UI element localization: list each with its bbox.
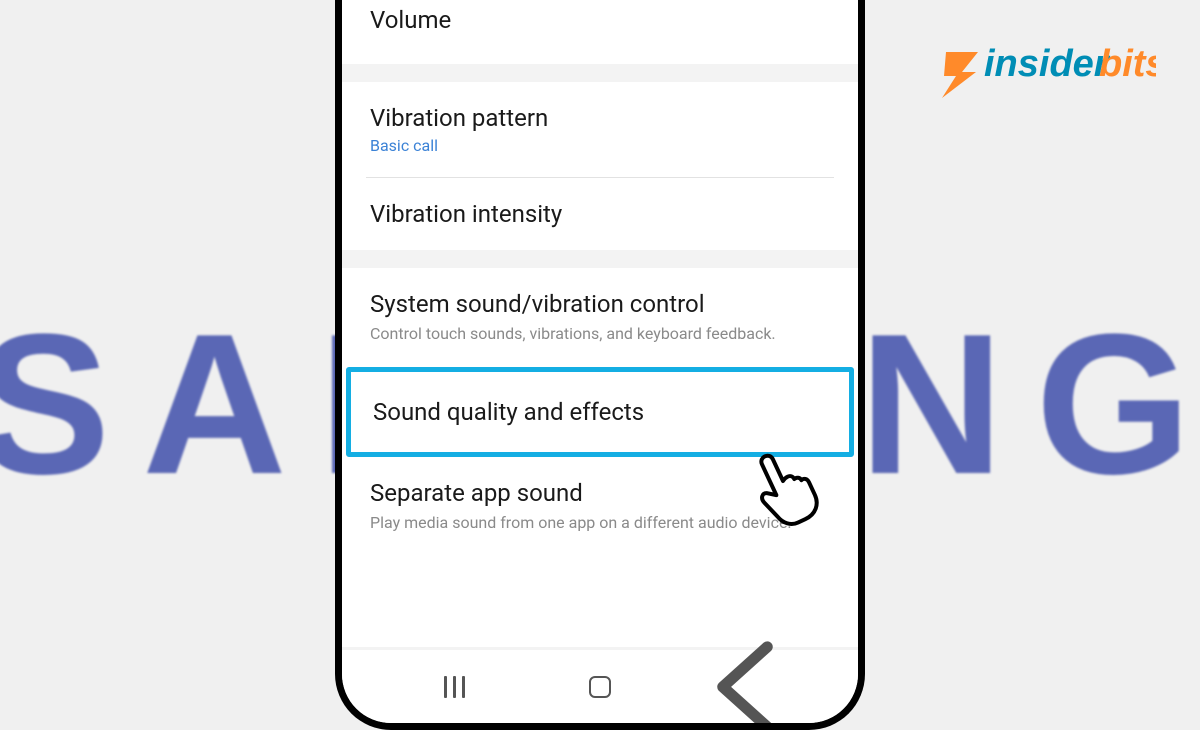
nav-home-button[interactable] xyxy=(560,662,640,712)
setting-title: Vibration intensity xyxy=(370,200,830,228)
setting-title: Sound quality and effects xyxy=(373,398,827,426)
navigation-bar xyxy=(342,647,858,723)
setting-description: Play media sound from one app on a diffe… xyxy=(370,512,830,534)
setting-title: Volume xyxy=(370,6,830,34)
svg-text:bits: bits xyxy=(1099,43,1156,85)
setting-separate-app-sound[interactable]: Separate app sound Play media sound from… xyxy=(342,457,858,556)
phone-frame: Volume Vibration pattern Basic call Vibr… xyxy=(335,0,865,730)
section-divider xyxy=(342,64,858,82)
svg-text:insider: insider xyxy=(984,43,1111,85)
setting-subtitle: Basic call xyxy=(370,136,830,155)
setting-description: Control touch sounds, vibrations, and ke… xyxy=(370,323,830,345)
nav-recents-button[interactable] xyxy=(415,662,495,712)
section-divider xyxy=(342,250,858,268)
setting-vibration-intensity[interactable]: Vibration intensity xyxy=(342,178,858,250)
setting-title: System sound/vibration control xyxy=(370,290,830,318)
recents-icon xyxy=(444,676,465,698)
setting-title: Separate app sound xyxy=(370,479,830,507)
setting-title: Vibration pattern xyxy=(370,104,830,132)
setting-sound-quality-effects[interactable]: Sound quality and effects xyxy=(346,367,854,457)
setting-vibration-pattern[interactable]: Vibration pattern Basic call xyxy=(342,82,858,177)
sound-settings-list: Volume Vibration pattern Basic call Vibr… xyxy=(342,0,858,647)
setting-system-sound-vibration[interactable]: System sound/vibration control Control t… xyxy=(342,268,858,367)
back-icon xyxy=(705,638,785,730)
setting-volume[interactable]: Volume xyxy=(342,0,858,64)
nav-back-button[interactable] xyxy=(705,662,785,712)
insiderbits-logo: insider bits xyxy=(936,36,1156,104)
home-icon xyxy=(589,676,611,698)
